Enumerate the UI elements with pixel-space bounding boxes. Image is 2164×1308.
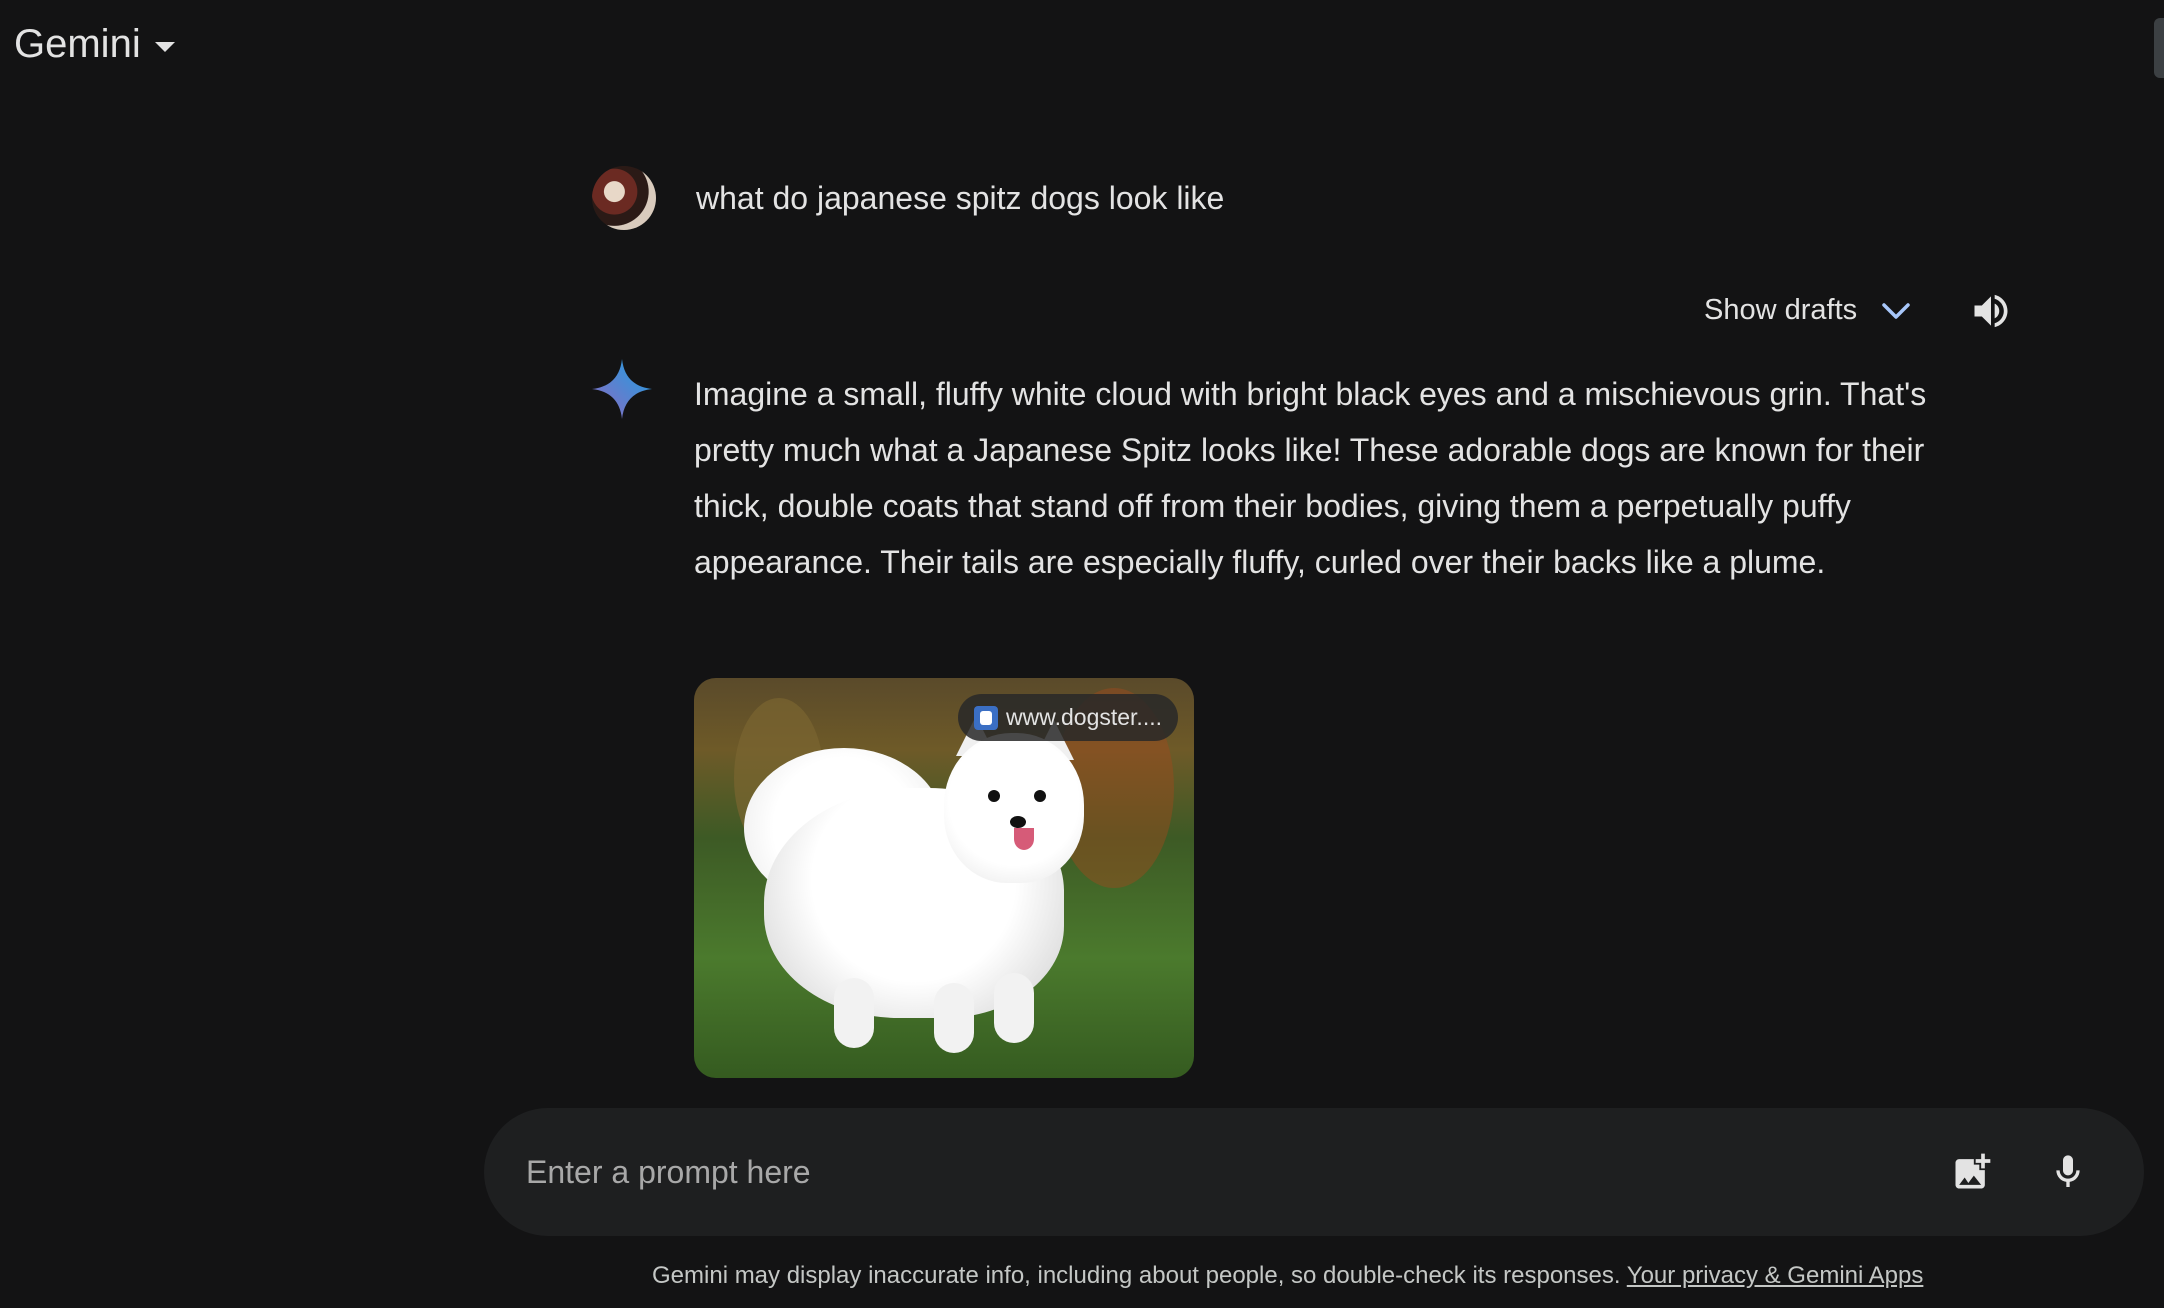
response-controls: Show drafts — [1696, 288, 2013, 333]
dog-illustration — [834, 978, 874, 1048]
prompt-input[interactable] — [524, 1152, 1948, 1192]
dog-illustration — [934, 983, 974, 1053]
user-query-row: what do japanese spitz dogs look like — [592, 166, 1224, 230]
response-text: Imagine a small, fluffy white cloud with… — [694, 376, 1927, 580]
dog-illustration — [994, 973, 1034, 1043]
chevron-down-icon — [1882, 302, 1910, 319]
side-panel-handle[interactable] — [2154, 18, 2164, 78]
dog-illustration — [1010, 816, 1026, 828]
show-drafts-button[interactable]: Show drafts — [1696, 288, 1919, 333]
user-query-text: what do japanese spitz dogs look like — [696, 179, 1225, 216]
add-image-button[interactable] — [1948, 1148, 1996, 1196]
image-source-chip[interactable]: www.dogster.... — [958, 694, 1178, 741]
avatar[interactable] — [592, 166, 656, 230]
dog-illustration — [944, 733, 1084, 883]
show-drafts-label: Show drafts — [1704, 294, 1858, 326]
response-image[interactable]: www.dogster.... — [694, 678, 1194, 1078]
prompt-bar — [484, 1108, 2144, 1236]
privacy-link[interactable]: Your privacy & Gemini Apps — [1627, 1262, 1924, 1289]
gemini-page: Gemini what do japanese spitz dogs look … — [0, 0, 2164, 1308]
disclaimer: Gemini may display inaccurate info, incl… — [652, 1262, 1923, 1290]
image-source-label: www.dogster.... — [1006, 704, 1162, 730]
speaker-icon[interactable] — [1969, 289, 2013, 333]
microphone-button[interactable] — [2044, 1148, 2092, 1196]
disclaimer-text: Gemini may display inaccurate info, incl… — [652, 1262, 1621, 1289]
app-title-menu[interactable]: Gemini — [14, 22, 175, 67]
gemini-sparkle-icon — [592, 359, 652, 419]
add-image-icon — [1955, 1153, 1991, 1189]
microphone-icon — [2056, 1155, 2080, 1187]
caret-down-icon — [154, 41, 175, 52]
dog-illustration — [1034, 790, 1046, 802]
dog-illustration — [988, 790, 1000, 802]
site-favicon-icon — [974, 705, 999, 730]
app-title: Gemini — [14, 22, 141, 66]
dog-illustration — [1014, 828, 1034, 850]
